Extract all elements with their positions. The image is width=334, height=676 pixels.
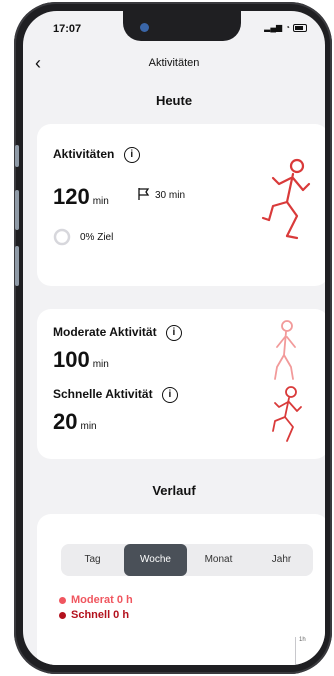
vigorous-unit: min	[80, 421, 97, 432]
intensity-card[interactable]: Moderate Aktivität i 100 min Schnelle Akt…	[37, 309, 325, 459]
activity-unit: min	[92, 196, 109, 207]
history-card	[37, 514, 325, 665]
volume-down-button	[15, 246, 19, 286]
chart-axis-label: 1h	[299, 637, 306, 643]
volume-up-button	[15, 190, 19, 230]
tab-month[interactable]: Monat	[187, 544, 250, 576]
walker-icon	[274, 320, 296, 380]
moderate-value-row: 100 min	[53, 347, 109, 373]
runner-icon	[261, 158, 311, 240]
moderate-unit: min	[92, 359, 109, 370]
tab-year[interactable]: Jahr	[250, 544, 313, 576]
today-heading: Heute	[155, 93, 193, 108]
flag-icon	[138, 187, 150, 200]
legend-dot-moderate	[59, 596, 66, 604]
info-icon[interactable]: i	[165, 325, 182, 341]
nav-bar: ‹ Aktivitäten	[23, 53, 325, 75]
activity-title-row: Aktivitäten i	[53, 147, 140, 163]
legend-moderate-label: Moderat 0 h	[71, 594, 133, 606]
tab-week[interactable]: Woche	[124, 544, 187, 576]
history-heading: Verlauf	[152, 483, 196, 498]
signal-icon: ▂▄▆	[264, 23, 283, 32]
goal-progress-label: 0% Ziel	[80, 231, 114, 243]
goal-value: 30 min	[155, 190, 186, 201]
moderate-title: Moderate Aktivität	[53, 325, 157, 340]
activity-card[interactable]: Aktivitäten i 120 min 30 min 0% Ziel	[37, 124, 325, 286]
status-icons: ▂▄▆ ◔	[264, 23, 307, 32]
legend-vigorous: Schnell 0 h	[59, 609, 129, 621]
status-bar: 17:07 ▂▄▆ ◔	[23, 11, 325, 45]
status-time: 17:07	[53, 23, 82, 35]
chart-axis-line	[295, 637, 296, 665]
activity-value: 120	[53, 184, 90, 209]
activity-value-row: 120 min	[53, 184, 109, 210]
period-selector[interactable]: Tag Woche Monat Jahr	[61, 544, 313, 576]
battery-icon	[293, 23, 307, 32]
info-icon[interactable]: i	[161, 387, 178, 403]
vigorous-title: Schnelle Aktivität	[53, 387, 153, 402]
info-icon[interactable]: i	[123, 147, 140, 163]
moderate-value: 100	[53, 347, 90, 372]
activity-title: Aktivitäten	[53, 147, 115, 162]
runner-small-icon	[272, 386, 302, 442]
mute-switch	[15, 145, 19, 167]
tab-day[interactable]: Tag	[61, 544, 124, 576]
moderate-title-row: Moderate Aktivität i	[53, 325, 182, 341]
goal-progress-row: 0% Ziel	[53, 228, 113, 246]
wifi-icon: ◔	[285, 23, 290, 32]
vigorous-value: 20	[53, 409, 78, 434]
screen: 17:07 ▂▄▆ ◔ ‹ Aktivitäten Heute Aktivitä…	[23, 11, 325, 665]
legend-vigorous-label: Schnell 0 h	[71, 609, 130, 621]
vigorous-value-row: 20 min	[53, 409, 97, 435]
legend-moderate: Moderat 0 h	[59, 594, 133, 606]
progress-ring-icon	[53, 228, 71, 246]
vigorous-title-row: Schnelle Aktivität i	[53, 387, 178, 403]
legend-dot-vigorous	[59, 611, 66, 619]
goal-row: 30 min	[137, 186, 185, 201]
nav-title: Aktivitäten	[148, 57, 200, 69]
